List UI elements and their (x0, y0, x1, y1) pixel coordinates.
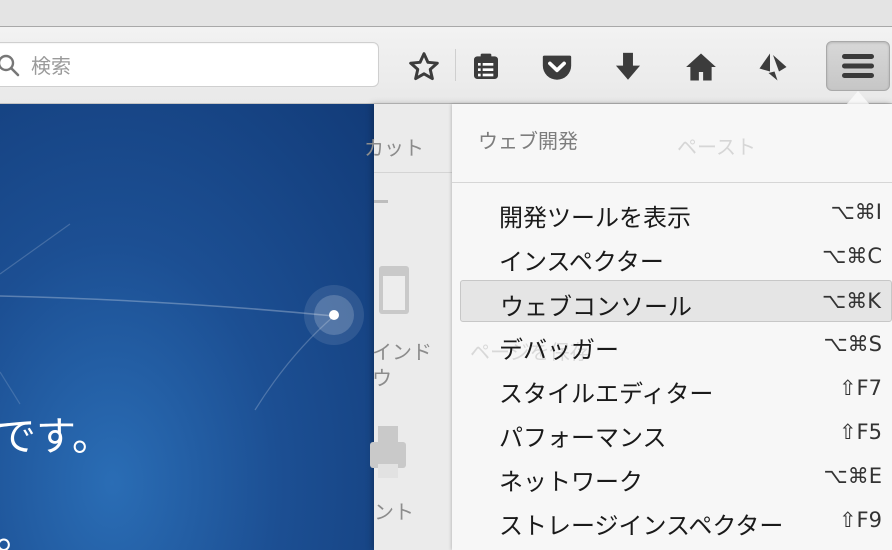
menu-item-style-editor[interactable]: スタイルエディター ⇧F7 (460, 368, 892, 410)
menu-item-toggle-tools[interactable]: 開発ツールを表示 ⌥⌘I (460, 192, 892, 234)
menu-item-shortcut: ⌥⌘K (822, 289, 881, 313)
page-subtext: 。 (0, 512, 36, 550)
page-headline: です。 (0, 414, 112, 460)
panel-divider (374, 172, 454, 173)
menu-arrow (846, 91, 870, 105)
bookmark-star-button[interactable] (404, 47, 444, 87)
print-icon (368, 424, 408, 484)
menu-item-performance[interactable]: パフォーマンス ⇧F5 (460, 412, 892, 454)
menu-item-web-console[interactable]: ウェブコンソール ⌥⌘K (460, 280, 892, 322)
menu-item-shortcut: ⌥⌘E (823, 464, 882, 488)
submenu-divider (452, 182, 892, 183)
pocket-button[interactable] (537, 47, 577, 87)
faded-paste-label: ペースト (677, 135, 756, 159)
menu-item-shortcut: ⌥⌘I (830, 200, 882, 224)
reading-list-icon (474, 53, 498, 79)
menu-item-label: ネットワーク (499, 468, 643, 496)
web-developer-submenu: ペースト ページを保存 ウェブ開発 開発ツールを表示 ⌥⌘I インスペクター ⌥… (452, 104, 892, 550)
menu-item-network[interactable]: ネットワーク ⌥⌘E (460, 456, 892, 498)
search-icon (0, 54, 21, 78)
menu-item-inspector[interactable]: インスペクター ⌥⌘C (460, 236, 892, 278)
menu-item-label: ストレージインスペクター (499, 512, 784, 540)
web-page-content: です。 。 (0, 104, 374, 550)
menu-item-label: インスペクター (499, 248, 664, 276)
search-input[interactable] (29, 51, 363, 81)
pocket-icon (542, 55, 572, 80)
title-bar (0, 0, 892, 27)
menu-item-shortcut: ⌥⌘C (822, 244, 882, 268)
menu-item-shortcut: ⇧F7 (838, 376, 882, 400)
menu-item-label: デバッガー (499, 336, 619, 364)
sync-icon (759, 53, 787, 81)
downloads-button[interactable] (608, 47, 648, 87)
sync-button[interactable] (753, 47, 793, 87)
download-icon (615, 52, 641, 80)
new-window-label: インド (372, 340, 432, 364)
reading-list-button[interactable] (466, 47, 506, 87)
new-window-icon (377, 264, 409, 320)
submenu-title: ウェブ開発 (478, 129, 578, 153)
menu-item-shortcut: ⇧F5 (838, 420, 882, 444)
home-icon (686, 53, 716, 81)
hamburger-menu-icon (842, 54, 874, 78)
new-window-label-2: ウ (372, 366, 392, 390)
menu-item-label: 開発ツールを表示 (499, 204, 691, 232)
home-button[interactable] (681, 47, 721, 87)
print-label: ント (374, 500, 414, 524)
menu-item-label: ウェブコンソール (500, 293, 692, 321)
star-icon (409, 52, 439, 81)
menu-item-shortcut: ⇧F9 (838, 508, 882, 532)
page-background-art (0, 223, 364, 411)
menu-item-shortcut: ⌥⌘S (823, 332, 882, 356)
open-menu-button[interactable] (826, 41, 890, 91)
menu-item-debugger[interactable]: デバッガー ⌥⌘S (460, 324, 892, 366)
toolbar-separator (455, 49, 456, 81)
cut-label: カット (364, 136, 424, 160)
zoom-minus-icon (374, 200, 388, 203)
search-box[interactable] (0, 42, 379, 87)
menu-item-storage-inspector[interactable]: ストレージインスペクター ⇧F9 (460, 500, 892, 542)
menu-item-label: スタイルエディター (499, 380, 714, 408)
navigation-toolbar (0, 27, 892, 104)
menu-item-label: パフォーマンス (499, 424, 667, 452)
